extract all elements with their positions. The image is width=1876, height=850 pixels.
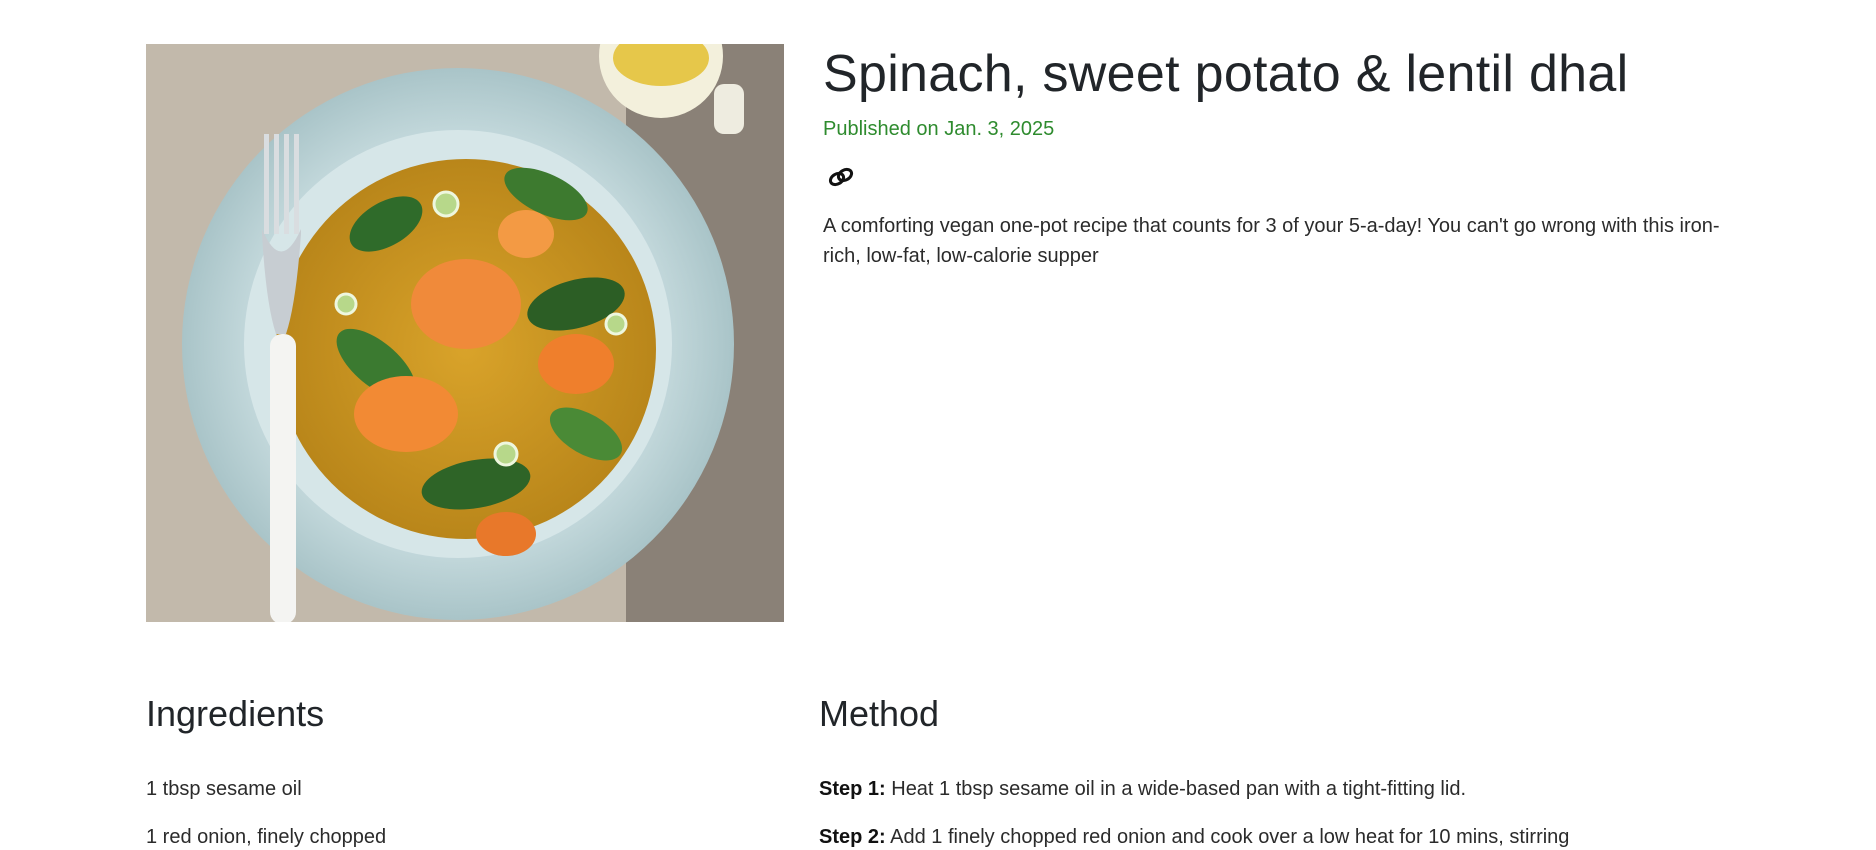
- method-step: Step 2: Add 1 finely chopped red onion a…: [819, 823, 1819, 850]
- ingredients-heading: Ingredients: [146, 693, 325, 734]
- recipe-info: Spinach, sweet potato & lentil dhal Publ…: [823, 44, 1723, 271]
- published-date: Published on Jan. 3, 2025: [823, 118, 1055, 140]
- copy-link-button[interactable]: [823, 161, 859, 197]
- ingredients-list: 1 tbsp sesame oil 1 red onion, finely ch…: [146, 775, 386, 850]
- ingredient-item: 1 tbsp sesame oil: [146, 778, 302, 800]
- page-title: Spinach, sweet potato & lentil dhal: [823, 45, 1629, 103]
- method-step: Step 1: Heat 1 tbsp sesame oil in a wide…: [819, 775, 1819, 823]
- ingredient-item: 1 red onion, finely chopped: [146, 826, 387, 848]
- step-text: Add 1 finely chopped red onion and cook …: [885, 826, 1570, 848]
- method-list: Step 1: Heat 1 tbsp sesame oil in a wide…: [819, 775, 1819, 850]
- recipe-description: A comforting vegan one-pot recipe that c…: [823, 215, 1720, 267]
- method-heading: Method: [819, 693, 940, 734]
- recipe-page: Spinach, sweet potato & lentil dhal Publ…: [0, 0, 1876, 850]
- step-label: Step 1:: [819, 778, 886, 800]
- recipe-photo: [146, 44, 784, 622]
- step-text: Heat 1 tbsp sesame oil in a wide-based p…: [885, 778, 1466, 800]
- step-label: Step 2:: [819, 826, 886, 848]
- link-icon: [827, 165, 855, 194]
